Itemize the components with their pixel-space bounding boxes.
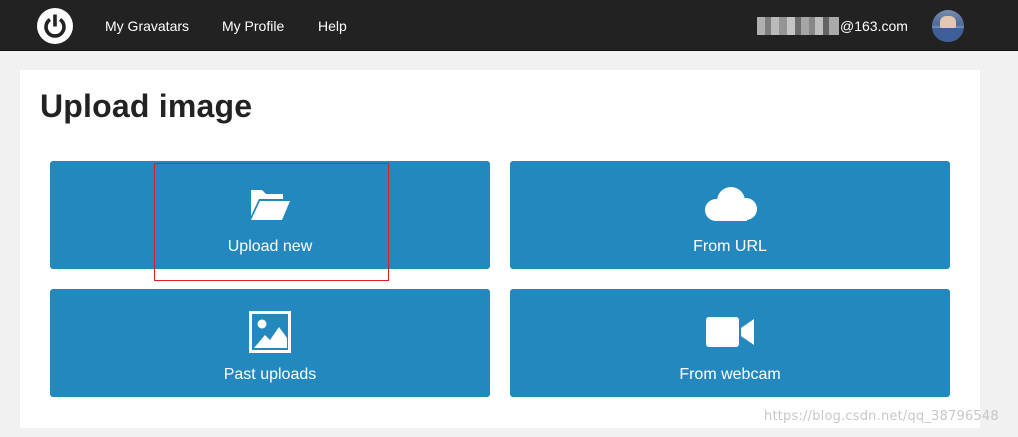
page-title: Upload image <box>40 88 253 124</box>
past-uploads-button[interactable]: Past uploads <box>50 289 490 397</box>
nav-my-profile[interactable]: My Profile <box>222 0 284 51</box>
watermark-text: https://blog.csdn.net/qq_38796548 <box>764 409 999 424</box>
from-webcam-label: From webcam <box>679 366 781 383</box>
upload-new-button[interactable]: Upload new <box>50 161 490 269</box>
nav-my-gravatars[interactable]: My Gravatars <box>105 0 189 51</box>
account-email[interactable]: @163.com <box>757 0 908 51</box>
upload-image-panel: Upload image Upload new From URL Past up… <box>20 70 980 428</box>
top-navigation-bar: My Gravatars My Profile Help @163.com <box>0 0 1018 51</box>
video-camera-icon <box>510 309 950 355</box>
image-icon <box>50 309 490 355</box>
from-url-button[interactable]: From URL <box>510 161 950 269</box>
nav-help[interactable]: Help <box>318 0 347 51</box>
folder-open-icon <box>50 181 490 227</box>
from-url-label: From URL <box>693 238 767 255</box>
user-avatar-icon[interactable] <box>932 10 964 42</box>
gravatar-logo-icon[interactable] <box>37 8 73 44</box>
redacted-email-prefix <box>757 16 839 35</box>
past-uploads-label: Past uploads <box>223 366 317 383</box>
cloud-icon <box>510 181 950 227</box>
from-webcam-button[interactable]: From webcam <box>510 289 950 397</box>
upload-new-label: Upload new <box>227 238 313 255</box>
account-email-domain: @163.com <box>840 17 908 34</box>
